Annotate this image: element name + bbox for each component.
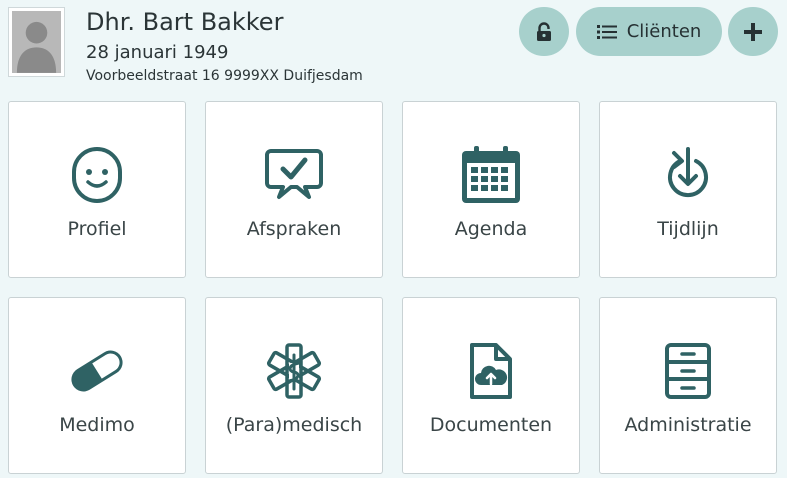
file-cabinet-icon bbox=[665, 343, 711, 399]
client-birth-date: 28 januari 1949 bbox=[86, 42, 229, 63]
tile-label: Afspraken bbox=[246, 218, 342, 240]
pill-icon bbox=[71, 350, 123, 392]
smiley-face-icon bbox=[72, 147, 122, 203]
list-icon bbox=[596, 24, 617, 39]
document-cloud-icon bbox=[470, 343, 512, 399]
clients-button-label: Cliënten bbox=[626, 21, 702, 42]
calendar-icon bbox=[462, 146, 520, 203]
tile-label: Administratie bbox=[624, 414, 752, 436]
client-address: Voorbeeldstraat 16 9999XX Duifjesdam bbox=[86, 68, 363, 84]
lock-button[interactable] bbox=[519, 7, 569, 56]
tile-afspraken[interactable]: Afspraken bbox=[205, 101, 383, 278]
tile-label: Documenten bbox=[429, 414, 553, 436]
tile-label: Medimo bbox=[59, 414, 135, 436]
avatar bbox=[8, 7, 65, 77]
speech-bubble-check-icon bbox=[265, 149, 323, 199]
tile-label: Tijdlijn bbox=[657, 218, 719, 240]
client-header: Dhr. Bart Bakker 28 januari 1949 Voorbee… bbox=[0, 0, 787, 92]
tile-paramedisch[interactable]: (Para)medisch bbox=[205, 297, 383, 474]
tile-label: Agenda bbox=[454, 218, 528, 240]
person-silhouette-icon bbox=[16, 21, 57, 73]
tile-administratie[interactable]: Administratie bbox=[599, 297, 777, 474]
tile-medimo[interactable]: Medimo bbox=[8, 297, 186, 474]
timeline-icon bbox=[668, 147, 708, 198]
tile-label: (Para)medisch bbox=[225, 414, 363, 436]
clients-button[interactable]: Cliënten bbox=[576, 7, 722, 56]
tile-label: Profiel bbox=[67, 218, 127, 240]
tile-profiel[interactable]: Profiel bbox=[8, 101, 186, 278]
client-name: Dhr. Bart Bakker bbox=[86, 8, 284, 36]
tile-documenten[interactable]: Documenten bbox=[402, 297, 580, 474]
add-button[interactable] bbox=[728, 7, 778, 56]
tile-agenda[interactable]: Agenda bbox=[402, 101, 580, 278]
tile-tijdlijn[interactable]: Tijdlijn bbox=[599, 101, 777, 278]
lock-icon bbox=[537, 21, 551, 41]
medical-star-icon bbox=[266, 343, 322, 399]
plus-icon bbox=[744, 22, 762, 41]
